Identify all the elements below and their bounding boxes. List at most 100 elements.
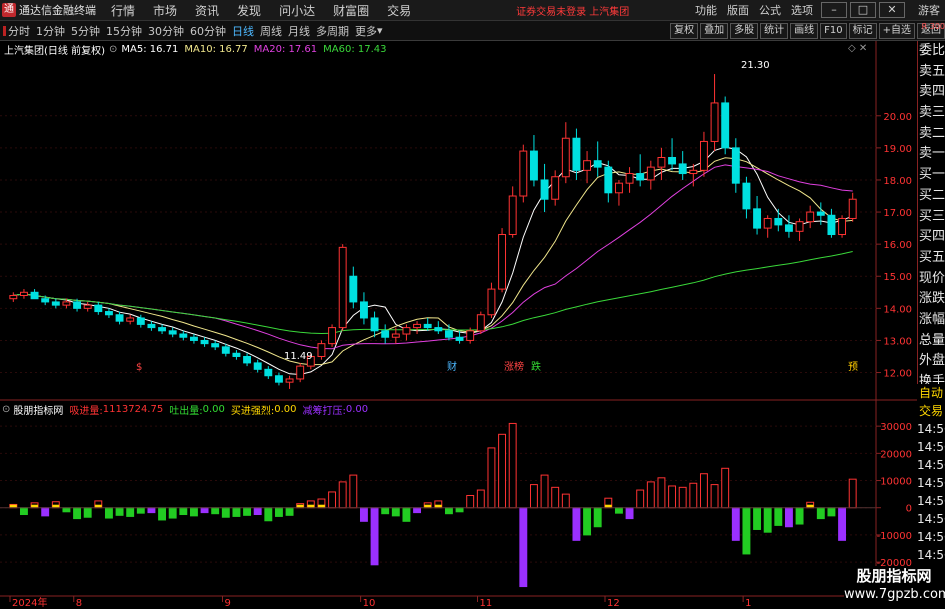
price-tick-label: 19.00 — [883, 144, 912, 155]
candle-body — [646, 166, 655, 181]
candle-body — [784, 224, 793, 232]
indicator-bar — [328, 491, 337, 509]
candle-body — [136, 317, 145, 325]
event-mark-fall[interactable]: 跌 — [531, 360, 541, 373]
date-tick-label: 10 — [363, 598, 376, 609]
candle-body — [359, 301, 368, 319]
indicator-bar — [838, 507, 847, 541]
sidebar-item-12[interactable]: 涨跌 — [918, 289, 945, 310]
indicator-bar — [466, 494, 475, 509]
candle-body — [529, 150, 538, 181]
event-mark-forecast[interactable]: 预 — [848, 361, 858, 373]
trade-item-8[interactable]: 14:56 — [917, 528, 945, 546]
date-tick-label: 8 — [76, 598, 82, 609]
indicator-bar — [487, 447, 496, 509]
sidebar-item-4[interactable]: 卖二 — [918, 124, 945, 145]
indicator-bar — [189, 507, 198, 517]
sidebar-item-6[interactable]: 买一 — [918, 165, 945, 186]
stock-title[interactable]: 上汽集团(日线 前复权) — [4, 42, 105, 57]
high-label: 21.30 — [741, 60, 770, 71]
indicator-bar — [168, 507, 177, 519]
kline-chart[interactable]: 20.00 19.00 18.00 17.00 16.00 15.00 14.00 13.00… — [0, 0, 945, 609]
sidebar-item-14[interactable]: 总量 — [918, 331, 945, 352]
sidebar-item-10[interactable]: 买五 — [918, 248, 945, 269]
sidebar-item-8[interactable]: 买三 — [918, 207, 945, 228]
indicator-toggle-icon[interactable]: ⊙ — [2, 404, 10, 415]
candle-body — [370, 317, 379, 332]
sidebar-item-15[interactable]: 外盘 — [918, 351, 945, 372]
candle-body — [816, 211, 825, 216]
indicator-bar — [540, 474, 549, 509]
sidebar-item-1[interactable]: 卖五 — [918, 62, 945, 83]
event-mark-rise-list[interactable]: 涨榜 — [504, 360, 524, 373]
candle-body — [147, 323, 156, 329]
indicator-bar — [508, 422, 517, 509]
trade-sidebar: 自动交易14:5614:5614:5614:5614:5614:5614:561… — [917, 384, 945, 584]
ma5-value: MA5: 16.71 — [121, 43, 179, 55]
ind-tick-label: -10000 — [877, 531, 912, 542]
indicator-bar — [753, 507, 762, 530]
trade-item-1[interactable]: 交易 — [917, 402, 945, 420]
watermark-title: 股朋指标网 — [856, 567, 932, 585]
indicator-bar — [646, 481, 655, 509]
indicator-bar — [126, 507, 135, 517]
indicator-bar — [104, 507, 113, 519]
indicator-bar — [243, 507, 252, 516]
indicator-bar — [721, 467, 730, 509]
sidebar-item-0[interactable]: 委比 — [918, 41, 945, 62]
indicator-legend: ⊙ 股朋指标网 吸进量: 1113724.75 吐出量: 0.00 买进强烈: … — [2, 402, 369, 417]
trade-item-0[interactable]: 自动 — [917, 384, 945, 402]
sidebar-item-5[interactable]: 卖一 — [918, 144, 945, 165]
price-tick-label: 20.00 — [883, 112, 912, 123]
trade-item-7[interactable]: 14:56 — [917, 510, 945, 528]
indicator-bar — [476, 489, 485, 509]
event-mark-finance[interactable]: 财 — [447, 360, 457, 373]
trade-item-2[interactable]: 14:56 — [917, 420, 945, 438]
candle-body — [487, 288, 496, 316]
indicator-bar — [158, 507, 167, 521]
candle-body — [806, 211, 815, 223]
candle-body — [795, 221, 804, 232]
ind-l2-value: 0.00 — [202, 403, 225, 415]
trade-item-6[interactable]: 14:56 — [917, 492, 945, 510]
ma20-value: MA20: 17.61 — [253, 43, 318, 55]
sidebar-item-11[interactable]: 现价 — [918, 269, 945, 290]
trade-item-5[interactable]: 14:56 — [917, 474, 945, 492]
candle-body — [721, 102, 730, 149]
sidebar-item-7[interactable]: 买二 — [918, 186, 945, 207]
sidebar-item-16[interactable]: 换手 — [918, 372, 945, 384]
ind-tick-label: 0 — [906, 504, 912, 515]
candle-body — [551, 176, 560, 200]
candle-body — [200, 339, 209, 345]
ind-l4-value: 0.00 — [345, 403, 369, 415]
indicator-bar — [221, 507, 230, 518]
sidebar-item-13[interactable]: 涨幅 — [918, 310, 945, 331]
ind-tick-label: 20000 — [880, 449, 912, 460]
event-mark-dollar[interactable]: $ — [136, 362, 142, 373]
trade-item-3[interactable]: 14:56 — [917, 438, 945, 456]
candle-body — [391, 333, 400, 338]
ma10-value: MA10: 16.77 — [184, 43, 248, 55]
candle-body — [94, 304, 103, 313]
candle-body — [73, 301, 82, 309]
ma60-value: MA60: 17.43 — [323, 43, 387, 55]
indicator-bar — [583, 507, 592, 536]
indicator-name[interactable]: 股朋指标网 — [13, 402, 63, 417]
trade-item-9[interactable]: 14:56 — [917, 546, 945, 564]
sidebar-item-9[interactable]: 买四 — [918, 227, 945, 248]
indicator-bar — [200, 507, 209, 514]
trade-item-4[interactable]: 14:56 — [917, 456, 945, 474]
sidebar-item-3[interactable]: 卖三 — [918, 103, 945, 124]
candle-body — [349, 275, 358, 303]
date-tick-label: 9 — [225, 598, 231, 609]
indicator-bar — [274, 507, 283, 517]
chart-options-icons[interactable]: ◇ ✕ — [848, 43, 867, 54]
date-tick-label: 2024年 — [12, 596, 47, 609]
watermark: 股朋指标网 www.7gpzb.com — [844, 566, 945, 606]
price-tick-label: 12.00 — [883, 369, 912, 380]
legend-toggle-icon[interactable]: ⊙ — [109, 44, 117, 55]
ind-l1-value: 1113724.75 — [102, 403, 164, 415]
price-tick-label: 13.00 — [883, 336, 912, 347]
date-tick-label: 12 — [607, 598, 620, 609]
sidebar-item-2[interactable]: 卖四 — [918, 82, 945, 103]
